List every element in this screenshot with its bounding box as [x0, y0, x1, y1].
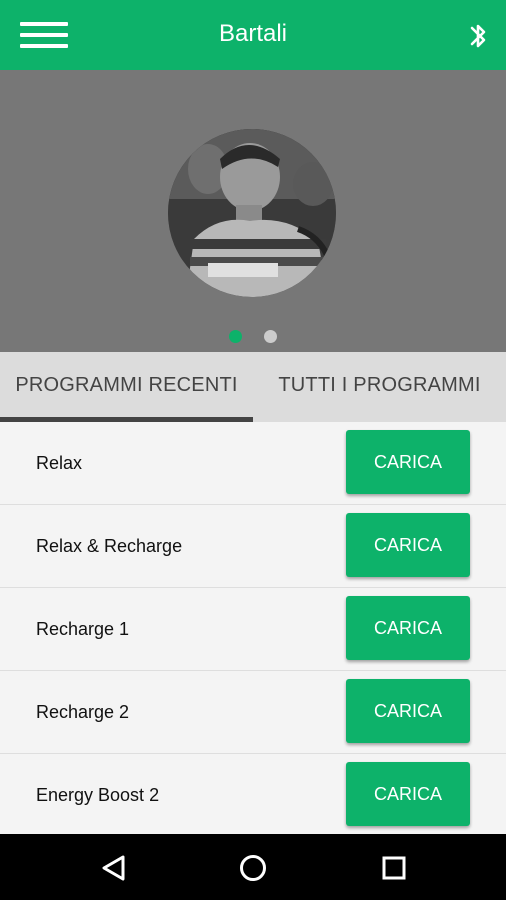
program-name: Energy Boost 2: [36, 785, 160, 805]
carousel-dot[interactable]: [264, 330, 277, 343]
tab-recent-programs[interactable]: PROGRAMMI RECENTI: [0, 352, 253, 422]
load-button[interactable]: CARICA: [346, 679, 470, 743]
home-icon[interactable]: [233, 848, 273, 888]
list-item: Relax CARICA: [0, 422, 506, 505]
list-item: Recharge 1 CARICA: [0, 588, 506, 671]
load-button[interactable]: CARICA: [346, 513, 470, 577]
list-item: Relax & Recharge CARICA: [0, 505, 506, 588]
load-button[interactable]: CARICA: [346, 430, 470, 494]
load-button[interactable]: CARICA: [346, 762, 470, 826]
carousel-indicator: [0, 328, 506, 344]
system-nav-bar: [0, 834, 506, 900]
profile-photo: [168, 129, 336, 297]
list-item: Recharge 2 CARICA: [0, 671, 506, 754]
tab-bar: PROGRAMMI RECENTI TUTTI I PROGRAMMI: [0, 352, 506, 422]
app-title: Bartali: [218, 20, 288, 47]
recents-icon[interactable]: [374, 848, 414, 888]
load-button[interactable]: CARICA: [346, 596, 470, 660]
tab-label: PROGRAMMI RECENTI: [15, 374, 238, 396]
back-icon[interactable]: [95, 848, 135, 888]
program-name: Recharge 2: [36, 702, 130, 722]
tab-label: TUTTI I PROGRAMMI: [278, 374, 481, 396]
program-name: Relax: [36, 453, 83, 473]
tab-all-programs[interactable]: TUTTI I PROGRAMMI: [253, 352, 506, 422]
program-name: Recharge 1: [36, 619, 130, 639]
bluetooth-icon[interactable]: [466, 19, 490, 53]
carousel-dot-active[interactable]: [229, 330, 242, 343]
list-item: Energy Boost 2 CARICA: [0, 754, 506, 834]
program-name: Relax & Recharge: [36, 536, 183, 556]
hero-carousel[interactable]: [0, 70, 506, 352]
app-bar: Bartali: [0, 0, 506, 70]
program-list[interactable]: Relax CARICA Relax & Recharge CARICA Rec…: [0, 422, 506, 834]
